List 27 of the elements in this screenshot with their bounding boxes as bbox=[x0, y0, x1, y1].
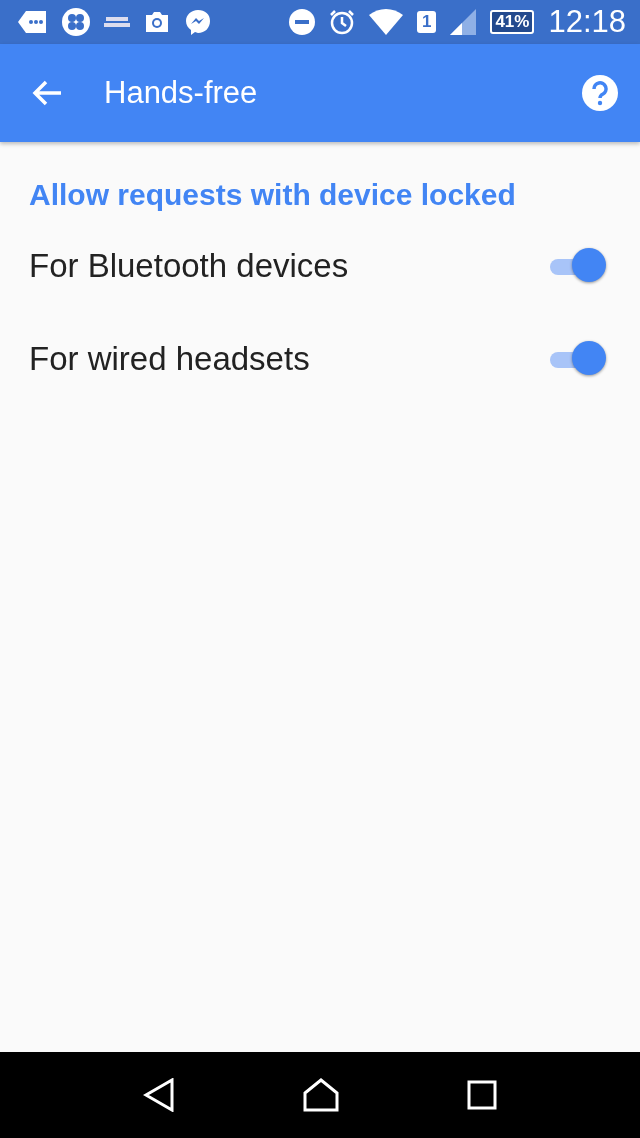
notification-icon bbox=[18, 11, 48, 33]
back-triangle-icon bbox=[143, 1078, 176, 1112]
signal-icon bbox=[450, 9, 477, 35]
clock: 12:18 bbox=[548, 4, 626, 40]
square-icon bbox=[466, 1080, 497, 1110]
screen-title: Hands-free bbox=[104, 75, 259, 111]
setting-label: For wired headsets bbox=[29, 340, 310, 378]
battery-indicator: 41% bbox=[490, 10, 535, 34]
back-button[interactable] bbox=[32, 80, 62, 106]
do-not-disturb-icon bbox=[288, 9, 315, 35]
help-icon bbox=[582, 75, 618, 111]
setting-label: For Bluetooth devices bbox=[29, 247, 349, 285]
recents-button[interactable] bbox=[466, 1080, 497, 1110]
home-button[interactable] bbox=[302, 1078, 340, 1112]
home-icon bbox=[302, 1078, 340, 1112]
toggle-switch[interactable] bbox=[548, 341, 606, 377]
messenger-icon bbox=[184, 8, 212, 36]
fan-app-icon bbox=[62, 8, 90, 36]
toggle-switch[interactable] bbox=[548, 248, 606, 284]
help-button[interactable] bbox=[582, 75, 618, 111]
camera-icon bbox=[144, 11, 170, 33]
section-header: Allow requests with device locked bbox=[29, 178, 517, 212]
back-arrow-icon bbox=[32, 80, 62, 106]
wifi-icon bbox=[368, 9, 403, 35]
sim-indicator: 1 bbox=[416, 11, 437, 33]
alarm-icon bbox=[328, 9, 355, 35]
back-nav-button[interactable] bbox=[143, 1078, 176, 1112]
